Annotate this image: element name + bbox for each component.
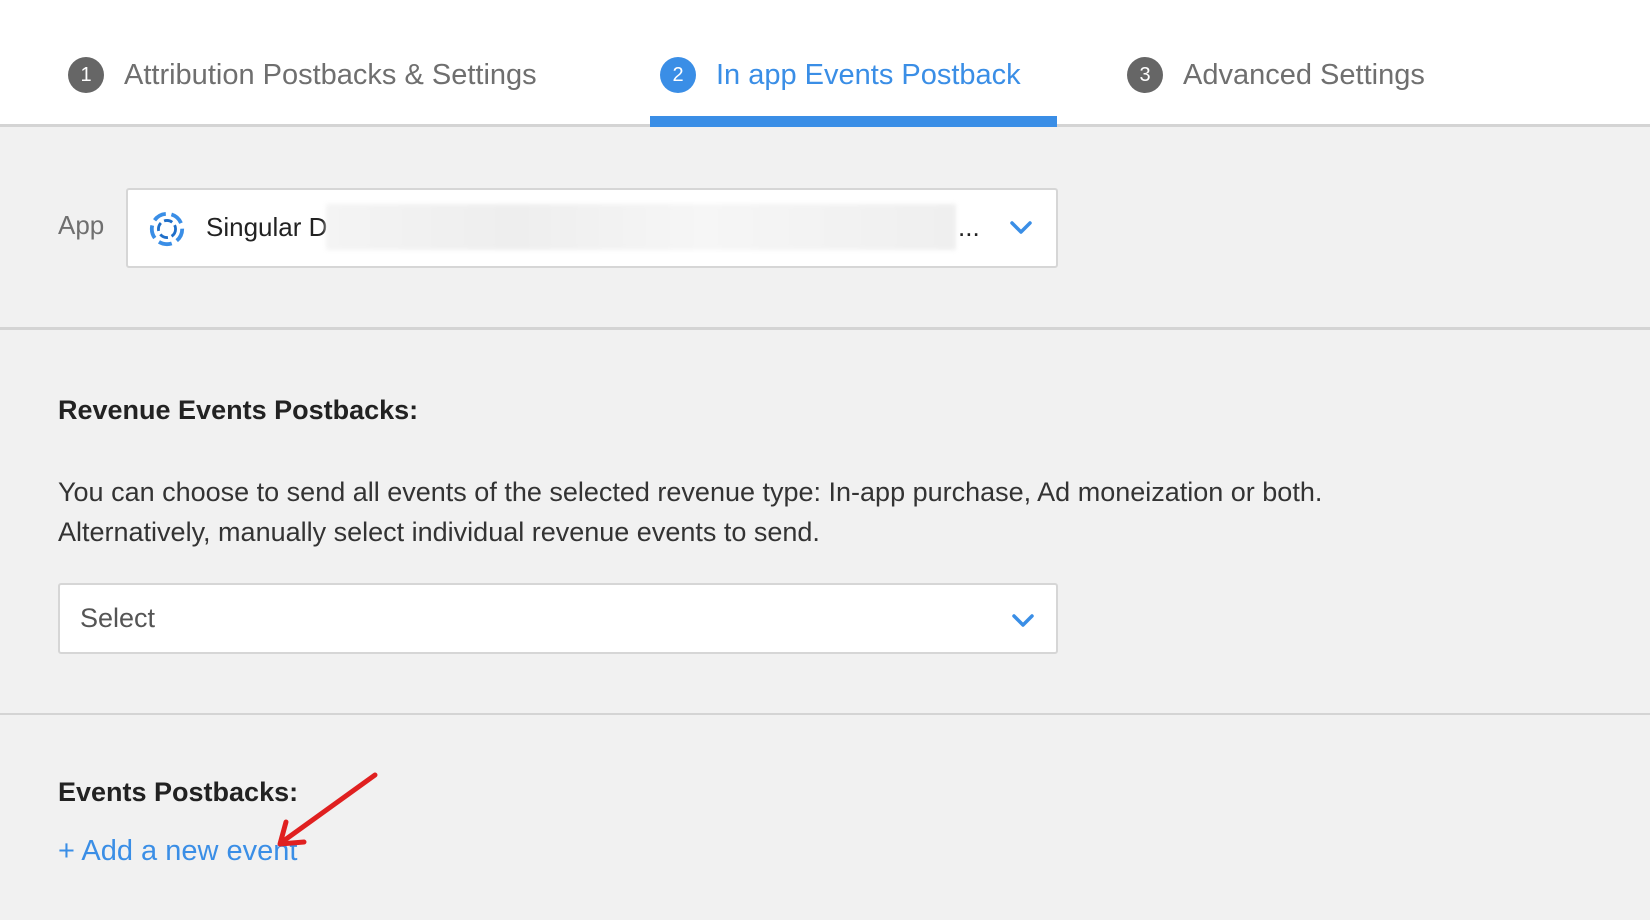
- revenue-description: You can choose to send all events of the…: [58, 472, 1598, 552]
- tab-label: In app Events Postback: [716, 58, 1021, 91]
- chevron-down-icon: [1012, 614, 1034, 627]
- tab-attribution-postbacks[interactable]: 1 Attribution Postbacks & Settings: [68, 55, 537, 95]
- app-selection-section: App Singular D ...: [0, 130, 1650, 330]
- description-line: You can choose to send all events of the…: [58, 477, 1323, 507]
- truncation-ellipsis: ...: [958, 212, 980, 242]
- select-placeholder: Select: [80, 603, 156, 633]
- step-number-badge: 2: [660, 57, 696, 93]
- tab-in-app-events-postback[interactable]: 2 In app Events Postback: [660, 55, 1021, 95]
- add-new-event-link[interactable]: + Add a new event: [58, 835, 297, 868]
- step-number-badge: 3: [1127, 57, 1163, 93]
- annotation-arrow-icon: [277, 772, 378, 847]
- redacted-text-blur: [326, 204, 956, 250]
- wizard-steps-bar: 1 Attribution Postbacks & Settings 2 In …: [0, 0, 1650, 127]
- events-section-title: Events Postbacks:: [58, 777, 299, 807]
- revenue-type-select[interactable]: Select: [58, 583, 1058, 654]
- selected-app-name: Singular D: [206, 212, 328, 242]
- active-tab-underline: [650, 116, 1057, 127]
- description-line: Alternatively, manually select individua…: [58, 517, 820, 547]
- singular-logo-icon: [149, 211, 185, 247]
- tab-advanced-settings[interactable]: 3 Advanced Settings: [1127, 55, 1425, 95]
- events-postbacks-section: Events Postbacks: + Add a new event: [0, 717, 1650, 920]
- app-label: App: [58, 210, 105, 240]
- tab-label: Advanced Settings: [1183, 58, 1425, 91]
- app-select-dropdown[interactable]: Singular D ...: [126, 188, 1058, 268]
- revenue-events-section: Revenue Events Postbacks: You can choose…: [0, 330, 1650, 715]
- step-number-badge: 1: [68, 57, 104, 93]
- tab-label: Attribution Postbacks & Settings: [124, 58, 537, 91]
- revenue-section-title: Revenue Events Postbacks:: [58, 395, 419, 425]
- chevron-down-icon: [1010, 221, 1032, 234]
